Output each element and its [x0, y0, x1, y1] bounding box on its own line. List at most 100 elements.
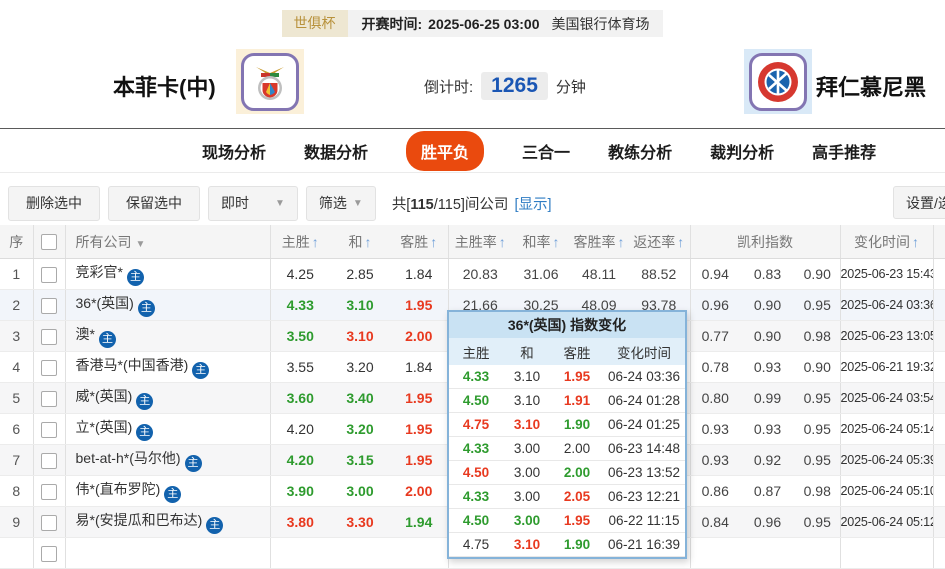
row-checkbox[interactable] — [41, 422, 57, 438]
popup-odds: 4.33 — [449, 437, 503, 461]
extra-cell — [933, 476, 945, 507]
popup-header-row: 主胜和客胜变化时间 — [449, 338, 685, 365]
row-checkbox[interactable] — [41, 267, 57, 283]
home-rate: 20.83 — [448, 259, 512, 290]
col-change-time[interactable]: 变化时间↑ — [840, 225, 933, 259]
home-odds[interactable]: 4.33 — [270, 290, 330, 321]
company-name[interactable]: 伟*(直布罗陀)主 — [65, 476, 270, 507]
away-odds[interactable]: 1.84 — [390, 352, 448, 383]
draw-odds[interactable]: 3.30 — [330, 507, 390, 538]
draw-odds[interactable]: 3.10 — [330, 321, 390, 352]
away-team-logo — [744, 49, 812, 114]
tab-data-analysis[interactable]: 数据分析 — [304, 139, 368, 163]
draw-odds[interactable]: 3.20 — [330, 352, 390, 383]
tab-referee-analysis[interactable]: 裁判分析 — [710, 139, 774, 163]
return-rate: 88.52 — [628, 259, 690, 290]
extra-cell — [933, 352, 945, 383]
row-checkbox[interactable] — [41, 391, 57, 407]
keep-selected-button[interactable]: 保留选中 — [108, 186, 200, 221]
row-checkbox[interactable] — [41, 484, 57, 500]
col-company[interactable]: 所有公司▼ — [65, 225, 270, 259]
col-home-odds[interactable]: 主胜↑ — [270, 225, 330, 259]
popup-odds: 4.50 — [449, 509, 503, 533]
settings-button[interactable]: 设置/选择 — [893, 186, 945, 219]
select-all-cell — [33, 225, 65, 259]
row-index: 2 — [0, 290, 33, 321]
show-link[interactable]: [显示] — [514, 197, 551, 213]
away-odds[interactable] — [390, 538, 448, 569]
tab-win-draw-lose[interactable]: 胜平负 — [406, 131, 484, 171]
chevron-down-icon: ▼ — [275, 187, 285, 220]
table-row: 1竞彩官*主4.252.851.8420.8331.0648.1188.520.… — [0, 259, 945, 290]
row-checkbox[interactable] — [41, 546, 57, 562]
draw-odds[interactable]: 3.15 — [330, 445, 390, 476]
draw-odds[interactable]: 3.00 — [330, 476, 390, 507]
delete-selected-button[interactable]: 删除选中 — [8, 186, 100, 221]
company-name[interactable]: 竞彩官*主 — [65, 259, 270, 290]
select-all-checkbox[interactable] — [41, 234, 57, 250]
company-name[interactable]: 澳*主 — [65, 321, 270, 352]
company-name[interactable] — [65, 538, 270, 569]
col-away-rate[interactable]: 客胜率↑ — [570, 225, 628, 259]
row-select-cell — [33, 259, 65, 290]
company-name[interactable]: 36*(英国)主 — [65, 290, 270, 321]
home-odds[interactable]: 3.55 — [270, 352, 330, 383]
sort-asc-icon: ↑ — [365, 234, 372, 250]
row-checkbox[interactable] — [41, 515, 57, 531]
col-return-rate[interactable]: 返还率↑ — [628, 225, 690, 259]
away-odds[interactable]: 2.00 — [390, 321, 448, 352]
popup-odds: 2.00 — [551, 461, 603, 485]
tab-live-analysis[interactable]: 现场分析 — [202, 139, 266, 163]
away-odds[interactable]: 1.95 — [390, 414, 448, 445]
company-name[interactable]: 易*(安提瓜和巴布达)主 — [65, 507, 270, 538]
sort-asc-icon: ↑ — [912, 234, 919, 250]
benfica-crest-icon — [248, 60, 292, 104]
row-checkbox[interactable] — [41, 360, 57, 376]
away-odds[interactable]: 1.95 — [390, 383, 448, 414]
change-time: 2025-06-24 05:39 — [840, 445, 933, 476]
home-odds[interactable]: 3.90 — [270, 476, 330, 507]
away-odds[interactable]: 1.94 — [390, 507, 448, 538]
home-odds[interactable]: 4.25 — [270, 259, 330, 290]
company-name[interactable]: bet-at-h*(马尔他)主 — [65, 445, 270, 476]
home-odds[interactable]: 4.20 — [270, 414, 330, 445]
home-odds[interactable]: 3.60 — [270, 383, 330, 414]
home-odds[interactable]: 4.20 — [270, 445, 330, 476]
home-odds[interactable]: 3.80 — [270, 507, 330, 538]
company-name[interactable]: 威*(英国)主 — [65, 383, 270, 414]
tab-three-in-one[interactable]: 三合一 — [522, 139, 570, 163]
popup-odds: 1.90 — [551, 533, 603, 557]
tab-coach-analysis[interactable]: 教练分析 — [608, 139, 672, 163]
row-index: 5 — [0, 383, 33, 414]
popup-col-header: 和 — [503, 338, 551, 365]
draw-odds[interactable]: 3.20 — [330, 414, 390, 445]
away-odds[interactable]: 1.84 — [390, 259, 448, 290]
row-checkbox[interactable] — [41, 453, 57, 469]
col-draw-rate[interactable]: 和率↑ — [512, 225, 570, 259]
filter-select[interactable]: 筛选 ▼ — [306, 186, 376, 221]
row-select-cell — [33, 352, 65, 383]
draw-odds[interactable]: 3.40 — [330, 383, 390, 414]
away-odds[interactable]: 1.95 — [390, 445, 448, 476]
home-odds[interactable] — [270, 538, 330, 569]
row-checkbox[interactable] — [41, 298, 57, 314]
popup-change-time: 06-23 12:21 — [603, 485, 685, 509]
change-time: 2025-06-24 05:12 — [840, 507, 933, 538]
draw-odds[interactable]: 3.10 — [330, 290, 390, 321]
row-checkbox[interactable] — [41, 329, 57, 345]
away-odds[interactable]: 2.00 — [390, 476, 448, 507]
company-name[interactable]: 香港马*(中国香港)主 — [65, 352, 270, 383]
kelly-index: 0.93 — [740, 414, 795, 445]
time-mode-select[interactable]: 即时 ▼ — [208, 186, 298, 221]
row-select-cell — [33, 414, 65, 445]
home-odds[interactable]: 3.50 — [270, 321, 330, 352]
away-odds[interactable]: 1.95 — [390, 290, 448, 321]
popup-col-header: 变化时间 — [603, 338, 685, 365]
company-name[interactable]: 立*(英国)主 — [65, 414, 270, 445]
draw-odds[interactable]: 2.85 — [330, 259, 390, 290]
tab-expert-recommend[interactable]: 高手推荐 — [812, 139, 876, 163]
draw-odds[interactable] — [330, 538, 390, 569]
col-home-rate[interactable]: 主胜率↑ — [448, 225, 512, 259]
col-draw-odds[interactable]: 和↑ — [330, 225, 390, 259]
col-away-odds[interactable]: 客胜↑ — [390, 225, 448, 259]
